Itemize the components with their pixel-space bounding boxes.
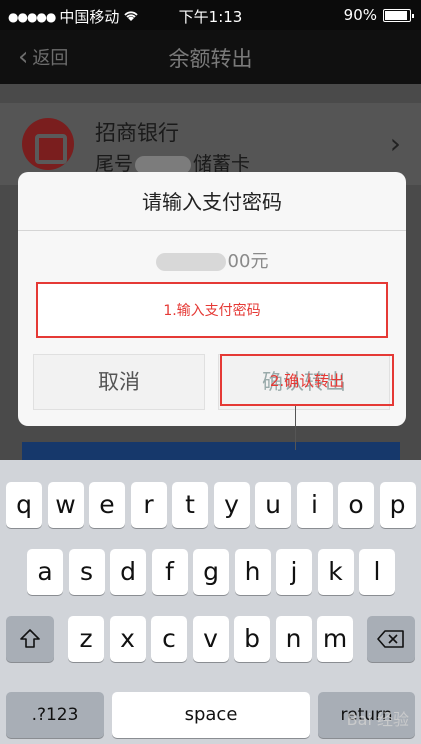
backspace-icon: [377, 630, 404, 648]
key-m[interactable]: m: [317, 616, 353, 662]
key-w[interactable]: w: [47, 482, 84, 528]
password-dialog: 请输入支付密码 00元 1.输入支付密码 取消 确认转出 2.确认转出: [18, 172, 406, 426]
cancel-button[interactable]: 取消: [33, 354, 205, 410]
bank-logo-icon: [22, 118, 74, 170]
key-o[interactable]: o: [338, 482, 374, 528]
shift-icon: [20, 629, 40, 648]
key-g[interactable]: g: [193, 549, 229, 595]
dialog-title: 请输入支付密码: [142, 190, 282, 214]
key-z[interactable]: z: [68, 616, 104, 662]
space-key[interactable]: space: [112, 692, 310, 738]
key-f[interactable]: f: [151, 549, 188, 595]
key-s[interactable]: s: [68, 549, 105, 595]
confirm-annotation-box: 2.确认转出: [220, 354, 394, 406]
key-b[interactable]: b: [234, 616, 270, 662]
backspace-key[interactable]: [367, 616, 415, 662]
nav-bar: ‹ 返回 余额转出: [0, 30, 421, 84]
keyboard: .?123 space return Bai 经验 qwertyuiopasdf…: [0, 460, 421, 744]
redacted-amount: [155, 253, 226, 271]
key-i[interactable]: i: [296, 482, 333, 528]
key-k[interactable]: k: [317, 549, 354, 595]
key-d[interactable]: d: [110, 549, 146, 595]
chevron-right-icon: ›: [389, 127, 401, 160]
page-title: 余额转出: [168, 47, 253, 71]
key-u[interactable]: u: [255, 482, 291, 528]
password-annotation: 1.输入支付密码: [163, 303, 261, 319]
key-j[interactable]: j: [276, 549, 312, 595]
key-a[interactable]: a: [27, 549, 63, 595]
numbers-key[interactable]: .?123: [6, 692, 104, 738]
key-h[interactable]: h: [234, 549, 271, 595]
key-l[interactable]: l: [359, 549, 395, 595]
battery-icon: [383, 8, 414, 22]
dialog-divider: [18, 230, 406, 231]
password-input[interactable]: 1.输入支付密码: [36, 282, 388, 338]
battery-tip: [412, 13, 414, 18]
key-v[interactable]: v: [192, 616, 229, 662]
key-q[interactable]: q: [6, 482, 42, 528]
amount-suffix: 00元: [227, 251, 269, 272]
watermark: Bai 经验: [346, 710, 409, 729]
shift-key[interactable]: [6, 616, 54, 662]
battery-fill: [385, 10, 407, 20]
key-c[interactable]: c: [151, 616, 187, 662]
status-right: 90%: [343, 6, 414, 24]
background-confirm-button: [22, 442, 400, 462]
confirm-annotation: 2.确认转出: [269, 372, 345, 390]
status-bar: ●●●●● 中国移动 下午1:13 90%: [0, 0, 421, 30]
key-r[interactable]: r: [130, 482, 167, 528]
battery-percent: 90%: [343, 6, 377, 24]
transfer-amount: 00元: [18, 247, 406, 273]
key-x[interactable]: x: [109, 616, 146, 662]
key-t[interactable]: t: [172, 482, 208, 528]
pointer-line: [295, 406, 296, 450]
redacted-card-number: [135, 155, 192, 174]
key-e[interactable]: e: [89, 482, 125, 528]
key-y[interactable]: y: [213, 482, 250, 528]
key-n[interactable]: n: [275, 616, 312, 662]
bank-name: 招商银行: [95, 121, 179, 145]
key-p[interactable]: p: [379, 482, 416, 528]
